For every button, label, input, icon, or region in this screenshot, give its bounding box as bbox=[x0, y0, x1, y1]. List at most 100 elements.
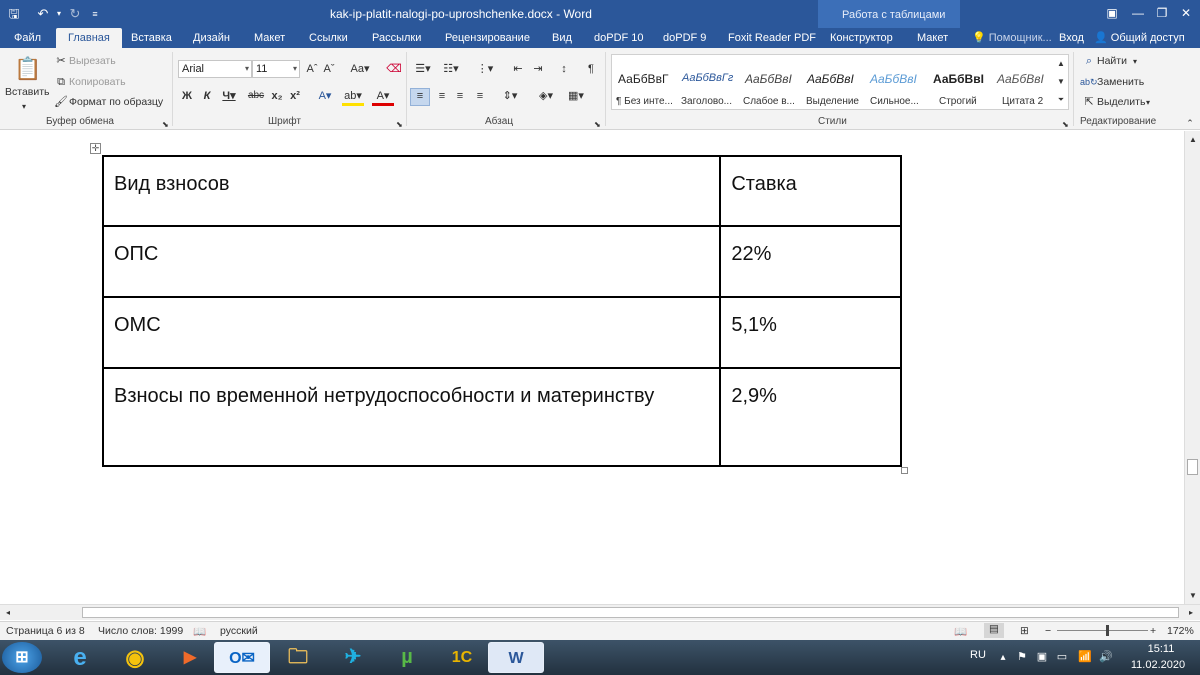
undo-icon[interactable]: ↶ bbox=[32, 4, 54, 24]
tray-app-icon[interactable]: ▣ bbox=[1034, 642, 1050, 673]
tab-table-design[interactable]: Конструктор bbox=[830, 28, 893, 48]
vertical-scroll-thumb[interactable] bbox=[1187, 459, 1198, 475]
proofing-icon[interactable]: 📖 bbox=[193, 625, 206, 638]
doc-table[interactable]: Вид взносов Ставка ОПС 22% ОМС 5,1% Взно… bbox=[101, 155, 902, 467]
language-status[interactable]: русский bbox=[220, 625, 258, 637]
replace-icon[interactable]: ab↻ bbox=[1080, 75, 1098, 89]
customize-qat-icon[interactable]: ≡ bbox=[88, 4, 102, 24]
find-button[interactable]: Найти bbox=[1097, 55, 1127, 67]
zoom-out-icon[interactable]: − bbox=[1045, 625, 1051, 637]
collapse-ribbon-icon[interactable]: ⌃ bbox=[1184, 116, 1196, 130]
table-cell[interactable]: 5,1% bbox=[719, 296, 902, 369]
text-effects-icon[interactable]: A▾ bbox=[314, 89, 336, 103]
undo-dropdown-icon[interactable]: ▾ bbox=[54, 4, 64, 24]
scroll-right-icon[interactable]: ▸ bbox=[1186, 606, 1196, 620]
format-painter-icon[interactable]: 🖌 bbox=[54, 95, 68, 109]
table-cell[interactable]: Ставка bbox=[719, 155, 902, 227]
page-count[interactable]: Страница 6 из 8 bbox=[6, 625, 85, 637]
tell-me-box[interactable]: 💡 Помощник... bbox=[972, 28, 1052, 48]
print-layout-icon[interactable]: ▤ bbox=[984, 623, 1004, 638]
read-mode-icon[interactable]: 📖 bbox=[954, 625, 967, 638]
table-cell[interactable]: 2,9% bbox=[719, 367, 902, 467]
highlight-icon[interactable]: ab▾ bbox=[342, 89, 364, 106]
scroll-down-icon[interactable]: ▼ bbox=[1188, 589, 1198, 603]
tab-table-layout[interactable]: Макет bbox=[917, 28, 948, 48]
style-name-quote[interactable]: Цитата 2 bbox=[1002, 96, 1043, 107]
style-name-emphasis[interactable]: Выделение bbox=[806, 96, 859, 107]
document-page[interactable]: ✛ Вид взносов Ставка ОПС 22% ОМС 5,1% Вз… bbox=[0, 131, 1184, 604]
style-preview-emphasis[interactable]: АаБбВвІ bbox=[807, 72, 854, 86]
replace-button[interactable]: Заменить bbox=[1097, 76, 1144, 88]
select-button[interactable]: Выделить bbox=[1097, 96, 1145, 108]
superscript-icon[interactable]: x² bbox=[288, 89, 302, 103]
tab-dopdf10[interactable]: doPDF 10 bbox=[594, 28, 644, 48]
clock-date[interactable]: 11.02.2020 bbox=[1128, 659, 1188, 671]
italic-icon[interactable]: К bbox=[201, 89, 213, 103]
find-icon[interactable]: ⌕ bbox=[1082, 54, 1096, 68]
style-name-subtle[interactable]: Слабое в... bbox=[743, 96, 795, 107]
align-right-icon[interactable]: ≡ bbox=[452, 89, 468, 103]
font-name-select[interactable]: Arial ▾ bbox=[178, 60, 252, 78]
outlook-icon[interactable]: O✉ bbox=[214, 642, 270, 673]
horizontal-scrollbar[interactable]: ◂ ▸ bbox=[0, 604, 1200, 620]
tab-design[interactable]: Дизайн bbox=[193, 28, 230, 48]
styles-more-icon[interactable]: ⏷ bbox=[1055, 93, 1067, 107]
show-formatting-icon[interactable]: ¶ bbox=[584, 62, 598, 76]
table-move-handle-icon[interactable]: ✛ bbox=[90, 143, 101, 154]
battery-icon[interactable]: ▭ bbox=[1054, 642, 1070, 673]
line-spacing-icon[interactable]: ⇕▾ bbox=[498, 89, 522, 103]
scroll-up-icon[interactable]: ▲ bbox=[1188, 133, 1198, 147]
clear-formatting-icon[interactable]: ⌫ bbox=[386, 62, 402, 76]
redo-icon[interactable]: ↻ bbox=[64, 4, 86, 24]
clock-time[interactable]: 15:11 bbox=[1134, 643, 1188, 655]
web-layout-icon[interactable]: ⊞ bbox=[1020, 625, 1029, 637]
zoom-in-icon[interactable]: + bbox=[1150, 625, 1156, 637]
paste-dropdown-icon[interactable]: ▾ bbox=[22, 100, 26, 114]
word-taskbar-icon[interactable]: W bbox=[488, 642, 544, 673]
grow-font-icon[interactable]: Aˆ bbox=[305, 62, 319, 76]
format-painter-button[interactable]: Формат по образцу bbox=[69, 96, 163, 108]
table-cell[interactable]: 22% bbox=[719, 225, 902, 298]
increase-indent-icon[interactable]: ⇥ bbox=[530, 62, 546, 76]
tab-layout[interactable]: Макет bbox=[254, 28, 285, 48]
close-button[interactable]: ✕ bbox=[1174, 2, 1198, 24]
subscript-icon[interactable]: x₂ bbox=[270, 89, 284, 103]
multilevel-list-icon[interactable]: ⋮▾ bbox=[474, 62, 496, 76]
tab-dopdf9[interactable]: doPDF 9 bbox=[663, 28, 706, 48]
zoom-level[interactable]: 172% bbox=[1167, 625, 1194, 637]
tab-home[interactable]: Главная bbox=[56, 28, 122, 48]
copy-icon[interactable]: ⧉ bbox=[54, 75, 68, 89]
zoom-slider-thumb[interactable] bbox=[1106, 625, 1109, 636]
tab-foxit[interactable]: Foxit Reader PDF bbox=[728, 28, 816, 48]
tab-references[interactable]: Ссылки bbox=[309, 28, 348, 48]
underline-icon[interactable]: Ч▾ bbox=[220, 89, 238, 103]
save-icon[interactable]: 🖫 bbox=[4, 4, 24, 24]
shading-icon[interactable]: ◈▾ bbox=[534, 89, 558, 103]
shrink-font-icon[interactable]: Aˇ bbox=[322, 62, 336, 76]
select-icon[interactable]: ⇱ bbox=[1082, 95, 1096, 109]
bold-icon[interactable]: Ж bbox=[181, 89, 193, 103]
style-preview-normal[interactable]: АаБбВвГ bbox=[618, 72, 668, 86]
paste-button[interactable]: Вставить bbox=[5, 86, 50, 98]
table-cell[interactable]: ОПС bbox=[101, 225, 722, 298]
paste-icon[interactable]: 📋 bbox=[14, 54, 41, 84]
styles-scroll-up-icon[interactable]: ▲ bbox=[1055, 57, 1067, 71]
tab-review[interactable]: Рецензирование bbox=[445, 28, 530, 48]
style-name-normal[interactable]: ¶ Без инте... bbox=[616, 96, 673, 107]
select-dropdown-icon[interactable]: ▾ bbox=[1146, 96, 1150, 110]
copy-button[interactable]: Копировать bbox=[69, 76, 126, 88]
borders-icon[interactable]: ▦▾ bbox=[564, 89, 588, 103]
numbering-icon[interactable]: ☷▾ bbox=[440, 62, 462, 76]
style-preview-heading[interactable]: АаБбВвГг bbox=[682, 72, 733, 84]
1c-icon[interactable]: 1С bbox=[434, 642, 490, 673]
input-language[interactable]: RU bbox=[970, 649, 986, 661]
paragraph-launcher-icon[interactable]: ⬊ bbox=[594, 118, 601, 132]
word-count[interactable]: Число слов: 1999 bbox=[98, 625, 183, 637]
font-size-select[interactable]: 11 ▾ bbox=[252, 60, 300, 78]
volume-icon[interactable]: 🔊 bbox=[1098, 642, 1114, 673]
tab-view[interactable]: Вид bbox=[552, 28, 572, 48]
cut-button[interactable]: Вырезать bbox=[69, 55, 116, 67]
tray-expand-icon[interactable]: ▴ bbox=[994, 642, 1012, 673]
flag-icon[interactable]: ⚑ bbox=[1014, 642, 1030, 673]
table-cell[interactable]: Взносы по временной нетрудоспособности и… bbox=[101, 367, 722, 467]
